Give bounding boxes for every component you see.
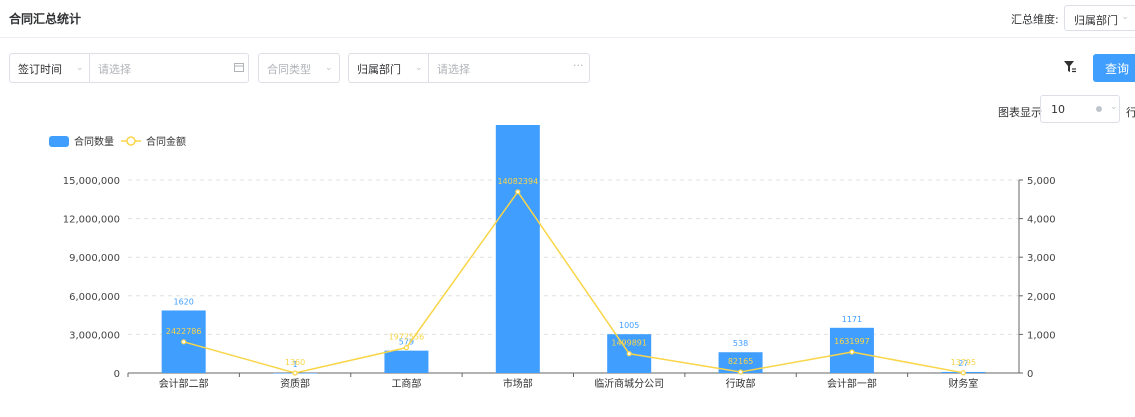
sign-time-filter: 签订时间 ⌄ 请选择 [9, 53, 249, 83]
amount-data-label: 13795 [951, 358, 976, 367]
bar-data-label: 538 [733, 339, 748, 348]
legend-bar-swatch [49, 136, 69, 147]
contract-type-select[interactable]: 合同类型 ⌄ [258, 53, 340, 83]
dept-value-input[interactable]: 请选择 [437, 54, 567, 82]
bar-data-label: 1171 [842, 315, 862, 324]
dept-filter: 归属部门 ⌄ 请选择 ··· [348, 53, 590, 83]
y-left-tick-label: 15,000,000 [63, 176, 120, 187]
x-tick-label: 市场部 [503, 377, 533, 390]
dept-label: 归属部门 [357, 63, 401, 76]
contract-type-placeholder: 合同类型 [267, 63, 311, 76]
divider [428, 54, 429, 82]
page-header: 合同汇总统计 汇总维度: 归属部门 ⌄ [0, 0, 1135, 38]
amount-data-label: 82165 [728, 357, 753, 366]
bar [495, 125, 540, 373]
x-tick-label: 行政部 [726, 377, 756, 390]
ellipsis-icon[interactable]: ··· [573, 59, 584, 72]
chevron-down-icon: ⌄ [76, 63, 84, 73]
y-right-tick-label: 4,000 [1027, 215, 1056, 226]
amount-point [737, 369, 744, 375]
amount-point [515, 189, 521, 195]
chevron-down-icon: ⌄ [325, 63, 333, 73]
amount-data-label: 2422786 [166, 327, 202, 336]
amount-data-label: 1360 [285, 358, 305, 367]
legend-line-label: 合同金额 [146, 135, 186, 148]
amount-data-label: 1631997 [834, 337, 870, 346]
bar-data-label: 1620 [174, 297, 194, 306]
y-left-tick-label: 12,000,000 [63, 215, 120, 226]
x-tick-label: 临沂商城分公司 [594, 377, 664, 390]
legend-line-marker [126, 136, 136, 146]
y-right-tick-label: 1,000 [1027, 330, 1056, 341]
y-right-tick-label: 2,000 [1027, 292, 1056, 303]
x-tick-label: 会计部一部 [827, 377, 877, 390]
dimension-label: 汇总维度: [1011, 13, 1059, 26]
sign-time-placeholder: 请选择 [98, 63, 131, 76]
dept-placeholder: 请选择 [437, 63, 470, 76]
contract-summary-chart: 0 3,000,000 6,000,000 9,000,000 12,000,000 15… [49, 125, 1056, 390]
display-rows-value: 10 [1051, 103, 1065, 116]
display-rows-select[interactable]: 10 ⌄ [1040, 95, 1120, 123]
filter-icon[interactable] [1063, 59, 1077, 75]
chevron-down-icon: ⌄ [1121, 12, 1129, 22]
dimension-select[interactable]: 归属部门 ⌄ [1064, 5, 1135, 31]
y-left-tick-label: 3,000,000 [69, 330, 120, 341]
sign-time-date-input[interactable]: 请选择 [98, 54, 248, 82]
display-label: 图表显示 [998, 106, 1042, 119]
amount-point [181, 339, 187, 345]
y-left-tick-label: 0 [114, 369, 120, 380]
y-left-tick-label: 6,000,000 [69, 292, 120, 303]
y-right-tick-label: 0 [1027, 369, 1033, 380]
amount-data-label: 1972556 [389, 333, 425, 342]
bar [384, 350, 429, 373]
y-left-tick-label: 9,000,000 [69, 253, 120, 264]
chevron-down-icon: ⌄ [415, 63, 423, 73]
page-title: 合同汇总统计 [9, 12, 82, 26]
display-unit: 行 [1126, 106, 1135, 119]
amount-point [292, 370, 298, 376]
amount-point [403, 345, 410, 351]
y-right-tick-label: 3,000 [1027, 253, 1056, 264]
y-right-tick-label: 5,000 [1027, 176, 1056, 187]
amount-point [626, 351, 632, 357]
divider [89, 54, 90, 82]
amount-data-label: 1499891 [611, 339, 647, 348]
dimension-select-value: 归属部门 [1074, 14, 1118, 27]
x-tick-label: 资质部 [280, 377, 310, 390]
x-tick-label: 工商部 [391, 377, 421, 390]
query-button[interactable]: 查询 [1093, 54, 1135, 82]
amount-point [960, 370, 966, 376]
legend-bar-label: 合同数量 [74, 135, 114, 148]
sign-time-label: 签订时间 [18, 63, 62, 76]
bar-data-label: 1005 [619, 321, 639, 330]
contract-type-text: 合同类型 [267, 54, 327, 82]
x-tick-label: 财务室 [948, 377, 978, 390]
amount-data-label: 14082394 [497, 177, 538, 186]
calendar-icon [234, 63, 244, 72]
amount-point [849, 349, 855, 355]
chevron-down-icon: ⌄ [1110, 102, 1118, 112]
clear-icon[interactable] [1096, 106, 1102, 112]
x-tick-label: 会计部二部 [159, 377, 209, 390]
